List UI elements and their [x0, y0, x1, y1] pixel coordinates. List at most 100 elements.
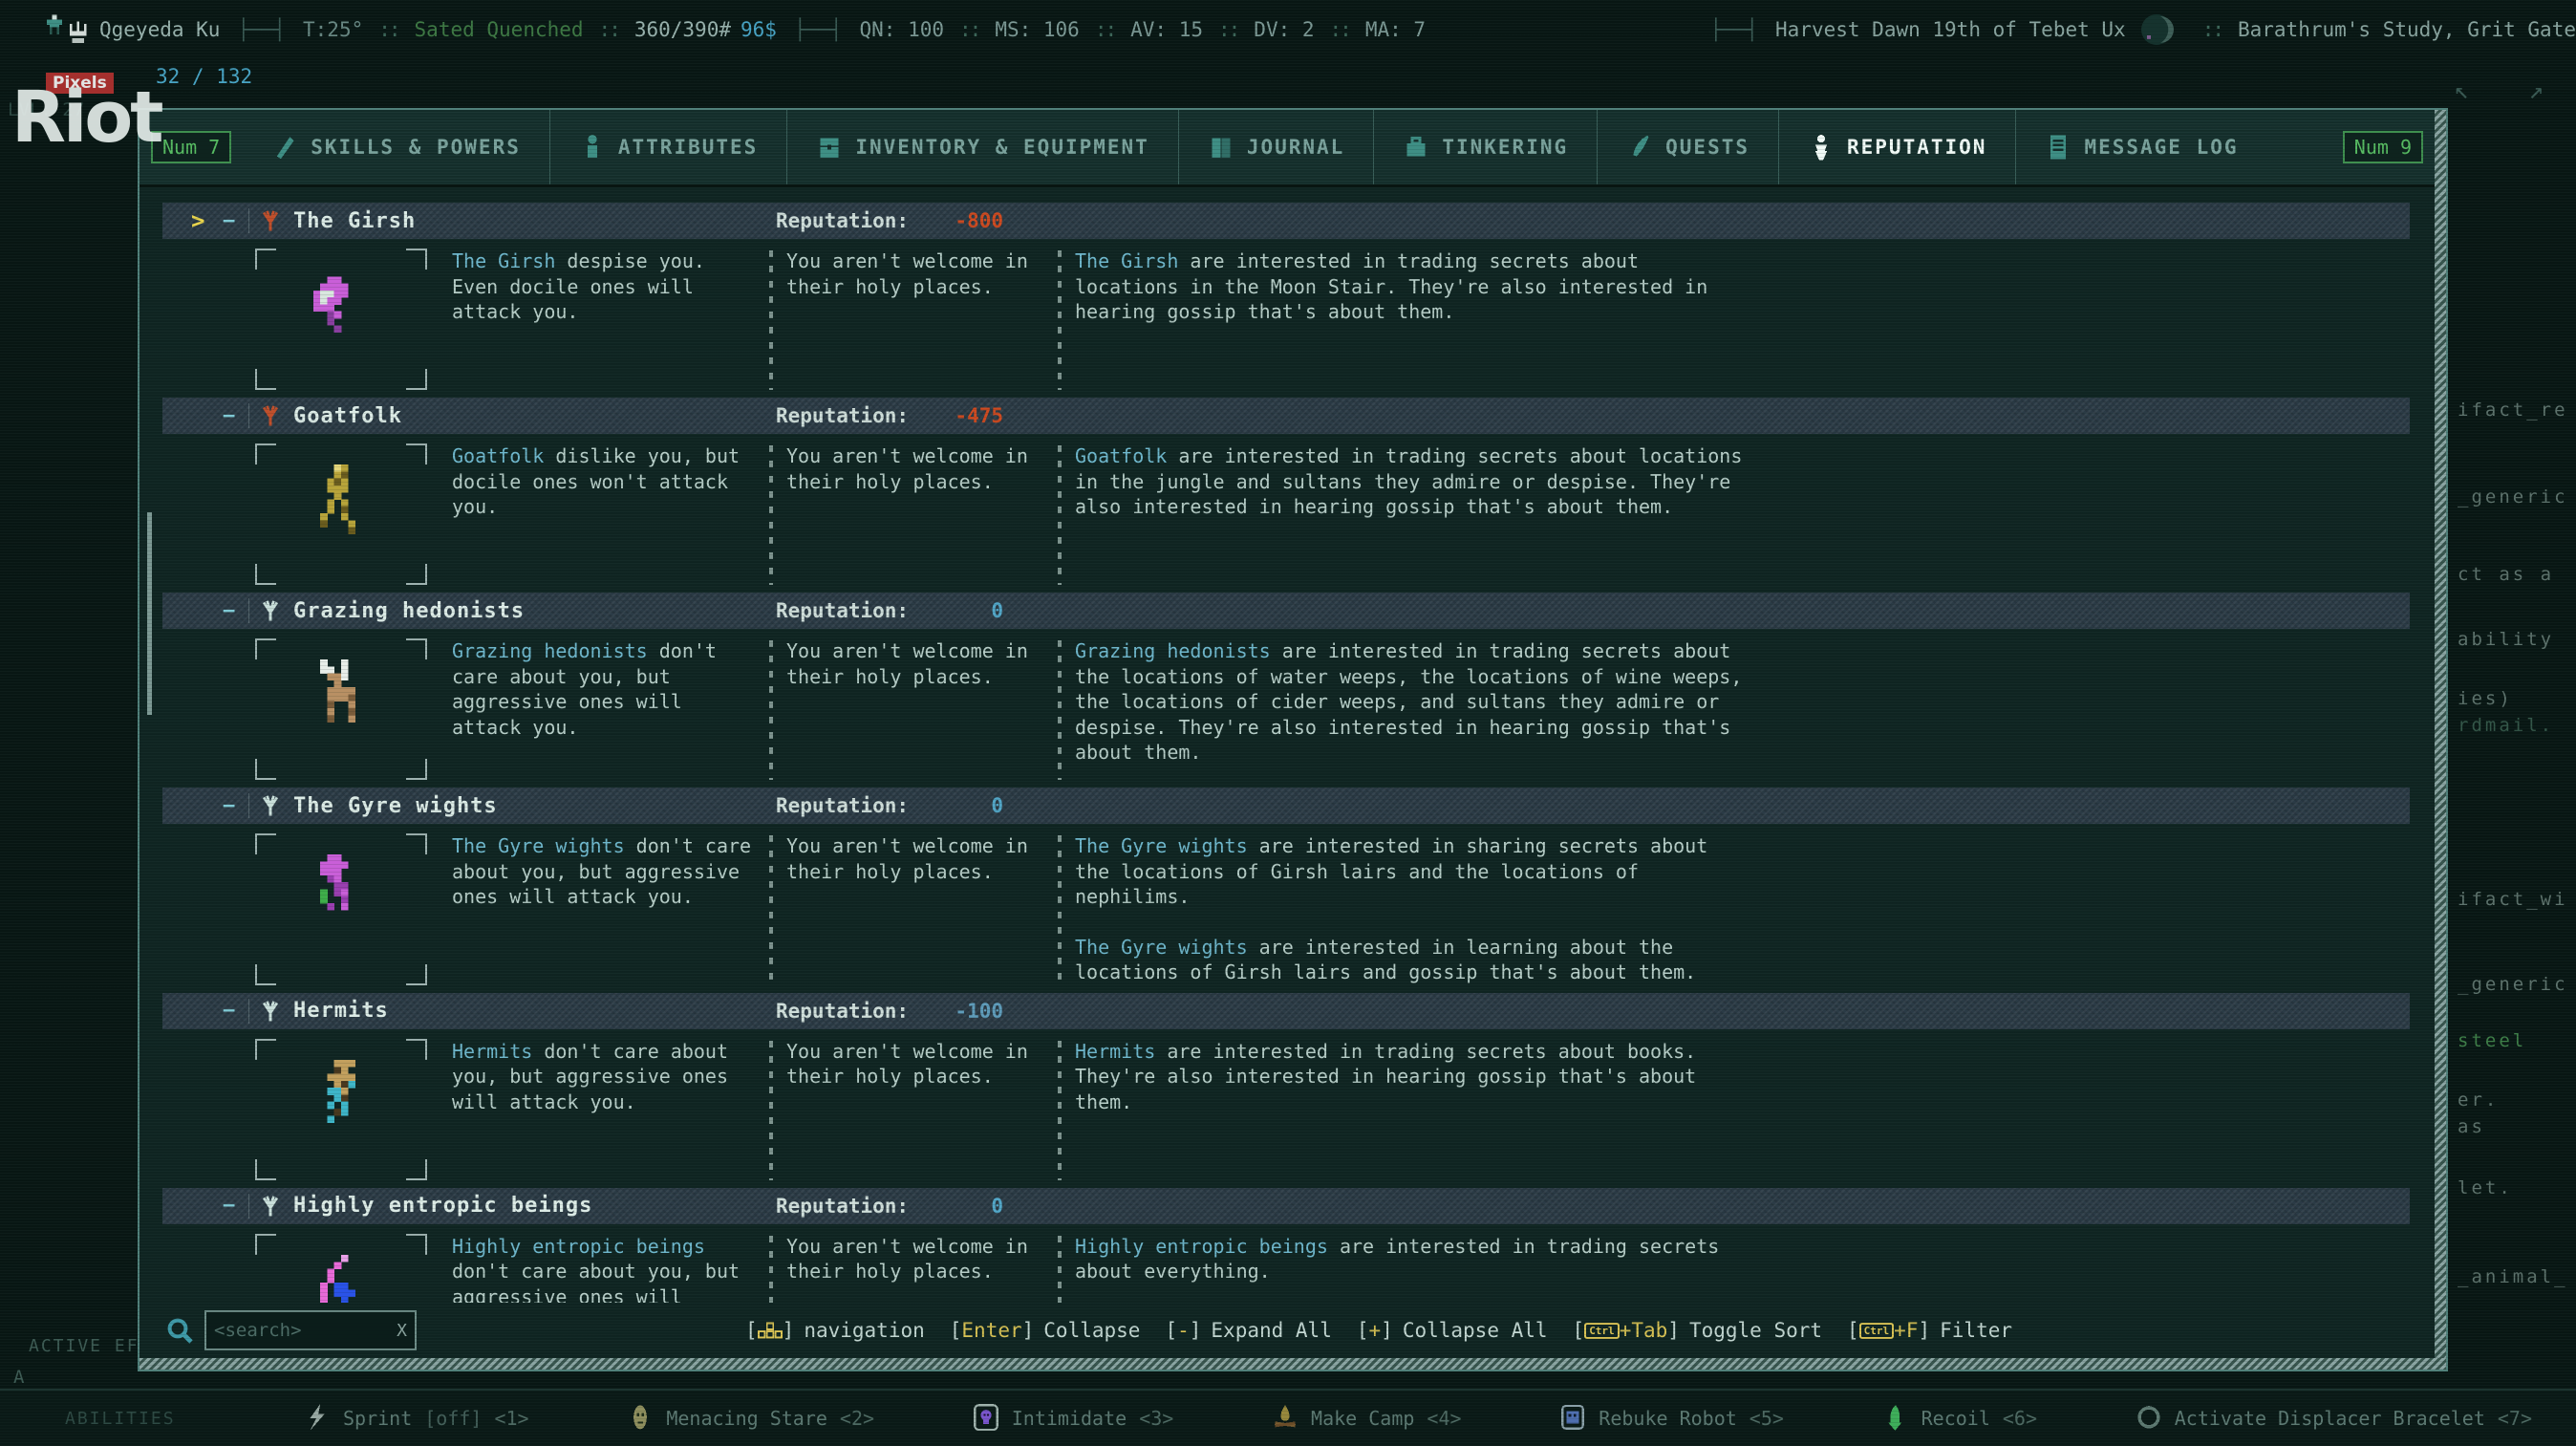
- ability-rebuke-robot[interactable]: Rebuke Robot<5>: [1559, 1404, 1784, 1433]
- search-box[interactable]: X: [204, 1310, 417, 1350]
- tab-skills-powers[interactable]: SKILLS & POWERS: [243, 110, 549, 184]
- column-divider: [769, 640, 773, 780]
- faction-portrait: [255, 248, 427, 390]
- faction-sprite-entropic: [299, 1255, 383, 1304]
- portrait-corner: [406, 1159, 427, 1180]
- column-divider: [769, 1041, 773, 1180]
- bracket: [: [950, 1319, 962, 1342]
- faction-paragraph: You aren't welcome in their holy places.: [786, 1234, 1044, 1284]
- column-divider: [1058, 1041, 1062, 1180]
- ability-intimidate[interactable]: Intimidate<3>: [973, 1404, 1174, 1433]
- separator: ├──┤: [1709, 18, 1758, 41]
- hint-label: Collapse: [1043, 1319, 1140, 1342]
- ability-activate-displacer-bracelet[interactable]: Activate Displacer Bracelet<7>: [2136, 1404, 2532, 1433]
- ability-name: Make Camp: [1311, 1407, 1414, 1430]
- ability-recoil[interactable]: Recoil<6>: [1882, 1404, 2037, 1433]
- footer-hint: [-]Expand All: [1165, 1319, 1331, 1342]
- paragraph-text: don't care about you, but aggressive one…: [452, 1260, 740, 1303]
- faction-paragraph: You aren't welcome in their holy places.: [786, 1039, 1044, 1090]
- tab-label: QUESTS: [1665, 136, 1750, 159]
- carry-weight: 360/390#: [634, 18, 731, 41]
- collapse-toggle[interactable]: −: [223, 209, 247, 233]
- faction-text-column: Highly entropic beings don't care about …: [452, 1234, 756, 1304]
- collapse-toggle[interactable]: −: [223, 1194, 247, 1218]
- faction-paragraph: Highly entropic beings don't care about …: [452, 1234, 756, 1304]
- reputation-value: 0: [831, 794, 1003, 817]
- faction-text-column: Grazing hedonists are interested in trad…: [1075, 638, 1782, 780]
- ability-items: Sprint[off]<1> Menacing Stare<2> Intimidat…: [304, 1404, 2576, 1433]
- faction-text-column: You aren't welcome in their holy places.: [786, 638, 1044, 780]
- level-label: LVL: 27: [8, 99, 84, 120]
- stat-ma: MA: 7: [1365, 18, 1426, 41]
- portrait-corner: [255, 443, 276, 464]
- faction-header[interactable]: −HermitsReputation:-100: [162, 993, 2410, 1029]
- hint-label: Expand All: [1211, 1319, 1331, 1342]
- faction-name: The Gyre wights: [293, 794, 498, 818]
- portrait-corner: [255, 759, 276, 780]
- tab-tinkering[interactable]: TINKERING: [1373, 110, 1597, 184]
- faction-paragraph: Highly entropic beings are interested in…: [1075, 1234, 1782, 1284]
- paragraph-text: are interested in trading secrets about …: [1075, 444, 1742, 518]
- column-divider: [1058, 445, 1062, 585]
- ability-make-camp[interactable]: Make Camp <4>: [1272, 1404, 1462, 1433]
- tab-inventory-equipment[interactable]: INVENTORY & EQUIPMENT: [786, 110, 1178, 184]
- ability-menacing-stare[interactable]: Menacing Stare<2>: [627, 1404, 874, 1433]
- pencil-icon: [271, 133, 298, 162]
- tab-journal[interactable]: JOURNAL: [1178, 110, 1374, 184]
- collapse-toggle[interactable]: −: [223, 404, 247, 428]
- background-fragment: ifact_re: [2458, 399, 2568, 421]
- hint-label: Filter: [1940, 1319, 2012, 1342]
- collapse-toggle[interactable]: −: [223, 794, 247, 818]
- stat-list: QN: 100::MS: 106::AV: 15::DV: 2::MA: 7: [860, 18, 1427, 41]
- clear-search-button[interactable]: X: [397, 1321, 407, 1341]
- tab-attributes[interactable]: ATTRIBUTES: [549, 110, 786, 184]
- faction-header[interactable]: −GoatfolkReputation:-475: [162, 398, 2410, 434]
- faction-header[interactable]: −Grazing hedonistsReputation:0: [162, 593, 2410, 629]
- location: Barathrum's Study, Grit Gate: [2238, 18, 2576, 41]
- tab-label: TINKERING: [1442, 136, 1568, 159]
- faction-glyph-icon: [259, 402, 282, 429]
- ability-sprint[interactable]: Sprint[off]<1>: [304, 1404, 529, 1433]
- hint-key: +: [1369, 1319, 1382, 1342]
- tab-quests[interactable]: QUESTS: [1597, 110, 1778, 184]
- portrait-corner: [406, 638, 427, 659]
- faction-list: >−The GirshReputation:-800The Girsh desp…: [143, 187, 2431, 1303]
- bracket: [: [745, 1319, 758, 1342]
- faction-name-highlight: The Girsh: [1075, 249, 1178, 272]
- faction-text-column: Grazing hedonists don't care about you, …: [452, 638, 756, 780]
- ability-name: Sprint: [343, 1407, 412, 1430]
- ability-key: <4>: [1427, 1407, 1461, 1430]
- faction-name-highlight: Grazing hedonists: [452, 639, 648, 662]
- faction-detail: Hermits don't care about you, but aggres…: [255, 1039, 2410, 1180]
- tab-message-log[interactable]: MESSAGE LOG: [2015, 110, 2266, 184]
- collapse-toggle[interactable]: −: [223, 599, 247, 623]
- scrollbar-thumb[interactable]: [147, 512, 152, 715]
- background-fragment: ability: [2458, 629, 2554, 650]
- faction-paragraph: Grazing hedonists don't care about you, …: [452, 638, 756, 740]
- search-input[interactable]: [206, 1319, 378, 1342]
- collapse-toggle[interactable]: −: [223, 999, 247, 1023]
- separator: ::: [378, 18, 398, 41]
- game-date: Harvest Dawn 19th of Tebet Ux: [1775, 18, 2126, 41]
- portrait-corner: [406, 759, 427, 780]
- bracket: ]: [1190, 1319, 1202, 1342]
- faction-paragraph: Goatfolk dislike you, but docile ones wo…: [452, 443, 756, 520]
- faction-text-column: Hermits are interested in trading secret…: [1075, 1039, 1782, 1180]
- faction-header[interactable]: −Highly entropic beingsReputation:0: [162, 1188, 2410, 1224]
- bracket: [: [1357, 1319, 1369, 1342]
- faction-paragraph: The Gyre wights don't care about you, bu…: [452, 833, 756, 910]
- column-divider: [769, 835, 773, 985]
- faction-name-highlight: The Gyre wights: [452, 834, 625, 857]
- faction-header[interactable]: >−The GirshReputation:-800: [162, 203, 2410, 239]
- faction-sprite-hedonist: [299, 659, 383, 757]
- bracket: ]: [1667, 1319, 1680, 1342]
- bracket: [: [1165, 1319, 1177, 1342]
- faction-name-highlight: Goatfolk: [452, 444, 544, 467]
- faction-section: >−The GirshReputation:-800The Girsh desp…: [162, 203, 2410, 390]
- faction-header[interactable]: −The Gyre wightsReputation:0: [162, 788, 2410, 824]
- tab-reputation[interactable]: REPUTATION: [1778, 110, 2015, 184]
- recoil-icon: [1882, 1404, 1909, 1433]
- faction-section: −The Gyre wightsReputation:0The Gyre wig…: [162, 788, 2410, 985]
- hint-key: Enter: [961, 1319, 1021, 1342]
- portrait-corner: [406, 1039, 427, 1060]
